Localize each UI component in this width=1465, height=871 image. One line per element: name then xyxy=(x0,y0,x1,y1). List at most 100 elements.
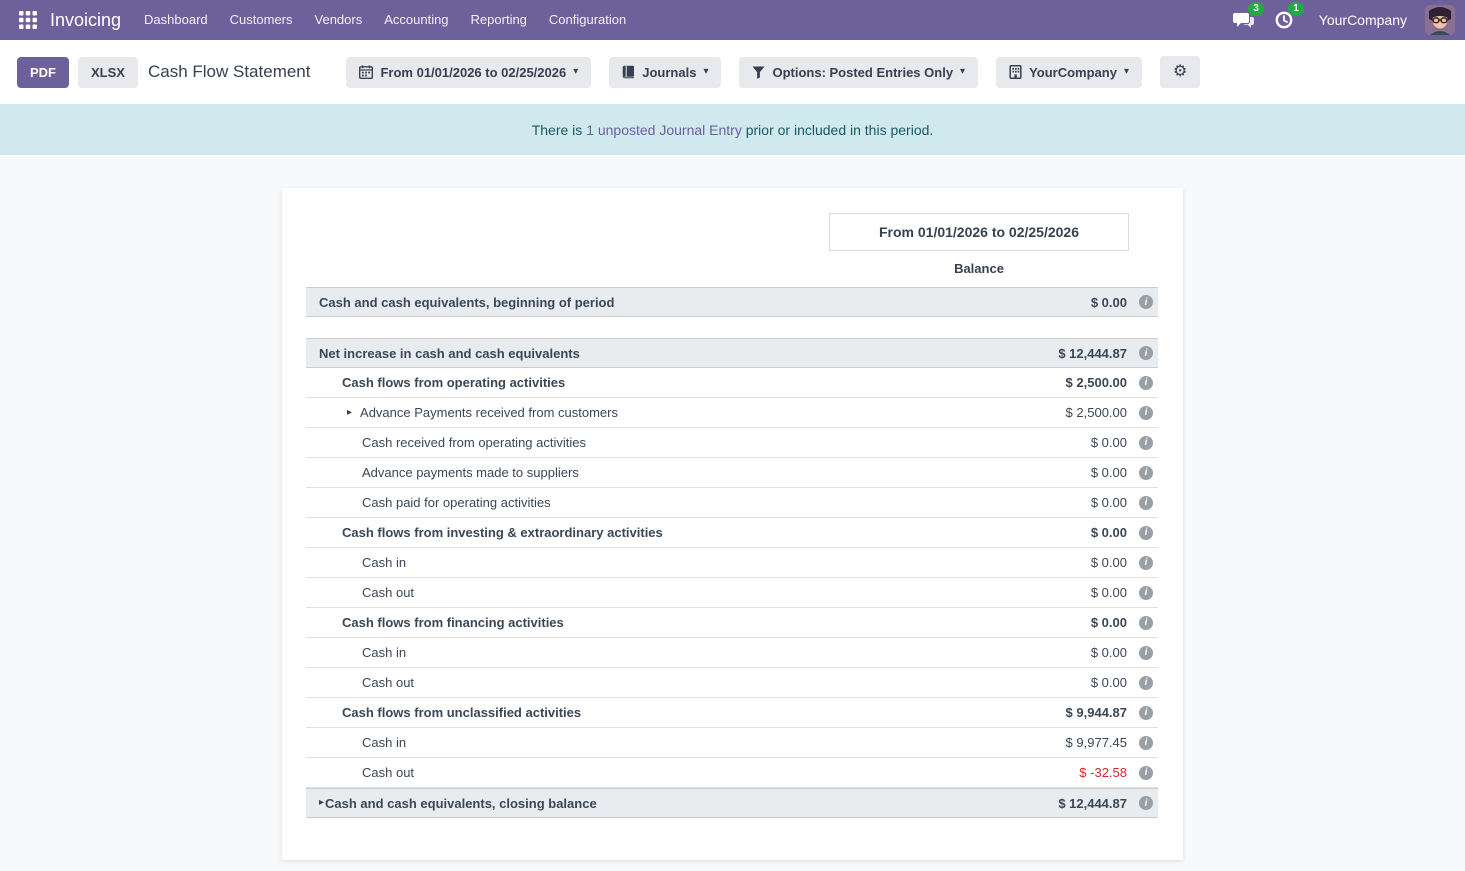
report-table: Cash and cash equivalents, beginning of … xyxy=(306,287,1158,818)
row-value: $ 0.00 xyxy=(1091,495,1127,510)
row-value: $ 0.00 xyxy=(1091,435,1127,450)
messages-button[interactable]: 3 xyxy=(1231,7,1257,33)
table-row[interactable]: Cash flows from unclassified activities … xyxy=(306,698,1158,728)
filter-funnel-icon xyxy=(752,66,765,79)
calendar-icon xyxy=(359,65,373,79)
unposted-journal-entry-link[interactable]: 1 unposted Journal Entry xyxy=(586,122,742,138)
menu-accounting[interactable]: Accounting xyxy=(373,0,459,40)
menu-configuration[interactable]: Configuration xyxy=(538,0,637,40)
activities-button[interactable]: 1 xyxy=(1271,7,1297,33)
info-icon[interactable]: i xyxy=(1139,676,1153,690)
table-row[interactable]: Cash and cash equivalents, beginning of … xyxy=(306,287,1158,317)
info-icon[interactable]: i xyxy=(1139,295,1153,309)
unposted-entries-banner: There is 1 unposted Journal Entry prior … xyxy=(0,104,1465,155)
app-brand[interactable]: Invoicing xyxy=(44,10,133,31)
table-row[interactable]: Advance payments made to suppliers $ 0.0… xyxy=(306,458,1158,488)
table-row[interactable]: Cash out $ -32.58 i xyxy=(306,758,1158,788)
pdf-button[interactable]: PDF xyxy=(17,57,69,88)
chevron-down-icon: ▾ xyxy=(960,67,965,77)
xlsx-button[interactable]: XLSX xyxy=(78,57,138,88)
menu-customers[interactable]: Customers xyxy=(219,0,304,40)
menu-vendors[interactable]: Vendors xyxy=(304,0,374,40)
info-icon[interactable]: i xyxy=(1139,406,1153,420)
balance-column-header: Balance xyxy=(829,251,1129,287)
banner-prefix: There is xyxy=(532,122,586,138)
info-icon[interactable]: i xyxy=(1139,646,1153,660)
table-row[interactable]: ▸ Advance Payments received from custome… xyxy=(306,398,1158,428)
activities-count-badge: 1 xyxy=(1288,2,1304,16)
journals-label: Journals xyxy=(642,65,696,80)
table-row[interactable]: Cash flows from financing activities $ 0… xyxy=(306,608,1158,638)
info-icon[interactable]: i xyxy=(1139,436,1153,450)
info-icon[interactable]: i xyxy=(1139,586,1153,600)
table-row[interactable]: Cash paid for operating activities $ 0.0… xyxy=(306,488,1158,518)
table-row[interactable]: Cash in $ 9,977.45 i xyxy=(306,728,1158,758)
row-value: $ 9,944.87 xyxy=(1066,705,1127,720)
chevron-down-icon: ▾ xyxy=(573,67,578,77)
options-filter[interactable]: Options: Posted Entries Only ▾ xyxy=(739,57,978,88)
caret-right-icon[interactable]: ▸ xyxy=(347,408,352,418)
control-panel: PDF XLSX Cash Flow Statement From 01/01/… xyxy=(0,40,1465,104)
info-icon[interactable]: i xyxy=(1139,526,1153,540)
table-row[interactable]: Cash flows from operating activities $ 2… xyxy=(306,368,1158,398)
caret-right-icon[interactable]: ▸ xyxy=(319,798,324,808)
table-row[interactable]: Net increase in cash and cash equivalent… xyxy=(306,338,1158,368)
menu-reporting[interactable]: Reporting xyxy=(460,0,538,40)
period-column-header: From 01/01/2026 to 02/25/2026 xyxy=(829,213,1129,251)
row-value: $ -32.58 xyxy=(1079,765,1127,780)
row-label: Cash paid for operating activities xyxy=(362,495,551,510)
table-row[interactable]: Cash flows from investing & extraordinar… xyxy=(306,518,1158,548)
main-menu: Dashboard Customers Vendors Accounting R… xyxy=(133,0,637,40)
row-value: $ 0.00 xyxy=(1091,615,1127,630)
row-label: Cash flows from operating activities xyxy=(342,375,565,390)
info-icon[interactable]: i xyxy=(1139,766,1153,780)
row-label: Cash received from operating activities xyxy=(362,435,586,450)
filter-bar: From 01/01/2026 to 02/25/2026 ▾ Journals… xyxy=(346,56,1200,88)
banner-suffix: prior or included in this period. xyxy=(742,122,933,138)
row-value: $ 12,444.87 xyxy=(1058,796,1127,811)
info-icon[interactable]: i xyxy=(1139,496,1153,510)
apps-menu-button[interactable] xyxy=(12,0,44,40)
row-label: Cash out xyxy=(362,585,414,600)
row-value: $ 0.00 xyxy=(1091,645,1127,660)
row-label: Cash out xyxy=(362,675,414,690)
table-row[interactable]: ▸ Cash and cash equivalents, closing bal… xyxy=(306,788,1158,818)
info-icon[interactable]: i xyxy=(1139,346,1153,360)
apps-grid-icon xyxy=(19,11,37,29)
info-icon[interactable]: i xyxy=(1139,736,1153,750)
table-row[interactable]: Cash in $ 0.00 i xyxy=(306,548,1158,578)
journals-filter[interactable]: Journals ▾ xyxy=(609,57,721,88)
table-row[interactable]: Cash out $ 0.00 i xyxy=(306,578,1158,608)
user-avatar[interactable] xyxy=(1425,5,1455,35)
extra-options-button[interactable]: ⚙ xyxy=(1160,56,1200,88)
chevron-down-icon: ▾ xyxy=(703,67,708,77)
info-icon[interactable]: i xyxy=(1139,796,1153,810)
row-label: Advance Payments received from customers xyxy=(360,405,618,420)
navbar-systray: 3 1 YourCompany xyxy=(1231,5,1455,35)
date-range-filter[interactable]: From 01/01/2026 to 02/25/2026 ▾ xyxy=(346,57,591,88)
info-icon[interactable]: i xyxy=(1139,616,1153,630)
info-icon[interactable]: i xyxy=(1139,466,1153,480)
company-filter[interactable]: YourCompany ▾ xyxy=(996,57,1142,88)
info-icon[interactable]: i xyxy=(1139,706,1153,720)
info-icon[interactable]: i xyxy=(1139,556,1153,570)
user-company-name[interactable]: YourCompany xyxy=(1319,12,1407,28)
row-value: $ 0.00 xyxy=(1091,525,1127,540)
row-value: $ 2,500.00 xyxy=(1066,405,1127,420)
row-label: Advance payments made to suppliers xyxy=(362,465,579,480)
content-area: From 01/01/2026 to 02/25/2026 Balance Ca… xyxy=(0,155,1465,871)
banner-text: There is 1 unposted Journal Entry prior … xyxy=(532,122,934,138)
row-value: $ 0.00 xyxy=(1091,675,1127,690)
gears-icon: ⚙ xyxy=(1173,64,1187,80)
row-label: Cash and cash equivalents, closing balan… xyxy=(325,796,597,811)
menu-dashboard[interactable]: Dashboard xyxy=(133,0,219,40)
date-range-label: From 01/01/2026 to 02/25/2026 xyxy=(380,65,566,80)
report-card: From 01/01/2026 to 02/25/2026 Balance Ca… xyxy=(282,188,1183,860)
info-icon[interactable]: i xyxy=(1139,376,1153,390)
table-row[interactable]: Cash received from operating activities … xyxy=(306,428,1158,458)
row-label: Cash flows from unclassified activities xyxy=(342,705,581,720)
table-row[interactable]: Cash out $ 0.00 i xyxy=(306,668,1158,698)
table-row[interactable]: Cash in $ 0.00 i xyxy=(306,638,1158,668)
chevron-down-icon: ▾ xyxy=(1124,67,1129,77)
messages-count-badge: 3 xyxy=(1248,2,1264,16)
